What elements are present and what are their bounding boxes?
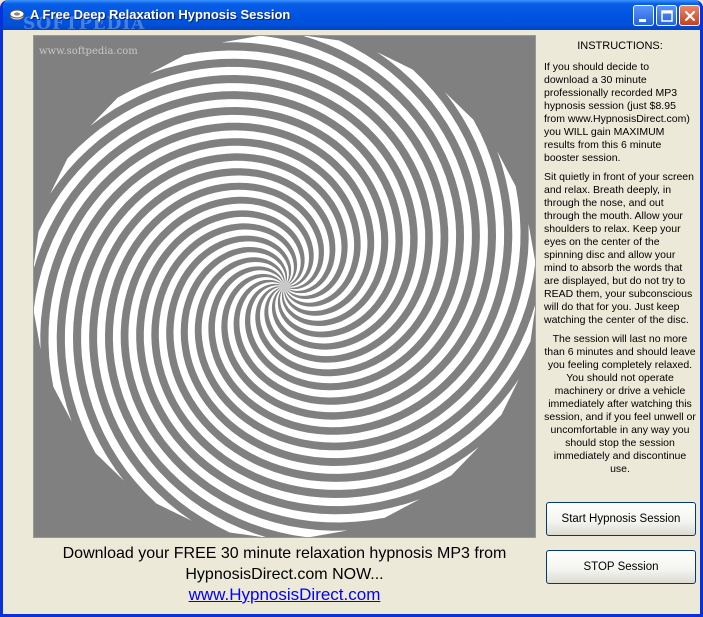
maximize-button[interactable] bbox=[656, 5, 677, 26]
hypnosis-spiral-disc bbox=[33, 35, 536, 538]
promo-text: Download your FREE 30 minute relaxation … bbox=[62, 545, 507, 583]
minimize-icon bbox=[639, 19, 646, 22]
start-session-button[interactable]: Start Hypnosis Session bbox=[546, 502, 696, 536]
instructions-heading: INSTRUCTIONS: bbox=[577, 40, 663, 52]
close-icon bbox=[684, 10, 696, 22]
app-window: SOFTPEDIA A Free Deep Relaxation Hypnosi… bbox=[0, 0, 703, 617]
promo-link-container: www.HypnosisDirect.com bbox=[33, 584, 536, 605]
instructions-paragraph-2: Sit quietly in front of your screen and … bbox=[544, 171, 694, 326]
hypnosisdirect-link[interactable]: www.HypnosisDirect.com bbox=[189, 585, 381, 604]
maximize-icon bbox=[661, 10, 673, 22]
instructions-panel: INSTRUCTIONS: If you should decide to do… bbox=[544, 40, 696, 482]
spiral-graphic bbox=[34, 36, 535, 537]
minimize-button[interactable] bbox=[633, 5, 654, 26]
app-icon[interactable] bbox=[9, 7, 25, 23]
window-title: A Free Deep Relaxation Hypnosis Session bbox=[30, 7, 291, 22]
instructions-paragraph-3: The session will last no more than 6 min… bbox=[544, 333, 696, 475]
instructions-paragraph-1: If you should decide to download a 30 mi… bbox=[544, 61, 690, 164]
close-button[interactable] bbox=[679, 5, 700, 26]
spiral-center bbox=[278, 280, 291, 293]
stop-session-button[interactable]: STOP Session bbox=[546, 550, 696, 584]
title-bar[interactable]: SOFTPEDIA A Free Deep Relaxation Hypnosi… bbox=[3, 0, 700, 34]
